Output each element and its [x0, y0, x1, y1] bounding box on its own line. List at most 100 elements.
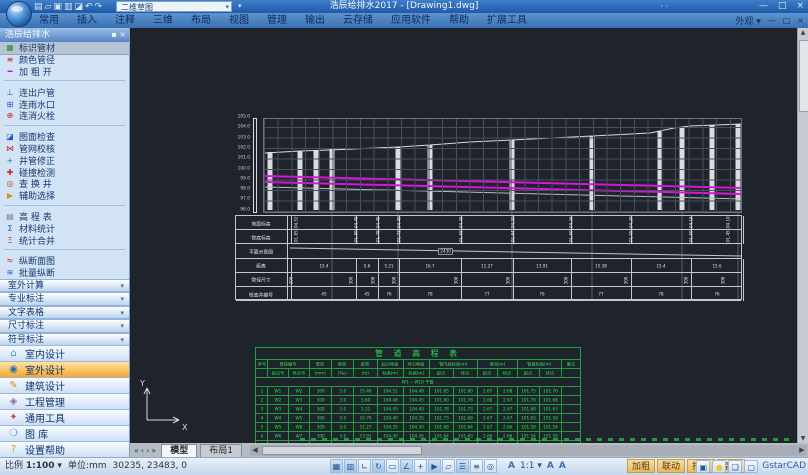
ribbon-tab-帮助[interactable]: 帮助 [440, 13, 478, 28]
profile-vertical-value: 101.45 [726, 231, 731, 245]
selection-cycling-icon[interactable]: ◎ [484, 459, 497, 473]
vertical-scrollbar[interactable]: ▲ ▼ [797, 28, 808, 443]
annotation-scale-icon[interactable]: A [508, 458, 515, 475]
palette-tool[interactable]: ⊕连消火栓 [0, 110, 129, 122]
doc-minimize-button[interactable]: — [768, 16, 776, 25]
distance-value: 16.7 [422, 264, 438, 269]
scroll-down-icon[interactable]: ▼ [798, 435, 808, 442]
tool-icon: ≋ [4, 268, 16, 277]
ribbon-tab-管理[interactable]: 管理 [258, 13, 296, 28]
annotation-autoscale-icon[interactable]: A [559, 458, 566, 475]
minimize-button[interactable]: — [759, 0, 768, 13]
osnap-icon[interactable]: ▭ [386, 459, 399, 473]
annotation-visibility-icon[interactable]: A [547, 458, 554, 475]
palette-tool[interactable]: ▶辅助选择 [0, 190, 129, 202]
palette-close-icon[interactable]: × [119, 30, 126, 39]
profile-row-label-text: 距离 [257, 262, 267, 269]
toggle-加粗[interactable]: 加粗 [627, 459, 655, 473]
nav-label: 室外设计 [25, 362, 65, 377]
ribbon-tab-注释[interactable]: 注释 [106, 13, 144, 28]
isolate-objects-icon[interactable]: ❏ [728, 460, 742, 473]
toggle-联动[interactable]: 联动 [657, 459, 685, 473]
palette-tool[interactable]: ⋈管网校核 [0, 143, 129, 155]
snap-icon[interactable]: ▥ [344, 459, 357, 473]
horizontal-scroll-thumb[interactable] [262, 446, 422, 455]
lightbulb-icon[interactable]: ● [712, 460, 726, 473]
ribbon-tab-插入[interactable]: 插入 [68, 13, 106, 28]
palette-pin-icon[interactable]: ▪ [111, 30, 116, 39]
palette-tool[interactable]: ▦标识管材 [0, 42, 129, 54]
lock-icon[interactable]: ▣ [696, 460, 710, 473]
palette-group-室外计算[interactable]: 室外计算▾ [0, 279, 129, 293]
palette-tool[interactable]: ▤高 程 表 [0, 211, 129, 223]
drawing-canvas[interactable]: YX 105.0104.0103.0102.0101.0100.099.098.… [130, 28, 808, 443]
lineweight-icon[interactable]: ☰ [456, 459, 469, 473]
palette-tool[interactable]: ⊥连出户管 [0, 86, 129, 98]
grid-icon[interactable]: ▦ [330, 459, 343, 473]
table-tick [378, 287, 379, 301]
palette-tool[interactable]: ◪图面检查 [0, 131, 129, 143]
palette-tool[interactable]: ✚碰撞检测 [0, 166, 129, 178]
otrack-icon[interactable]: ∠ [400, 459, 413, 473]
table-tick [691, 273, 692, 287]
scroll-up-icon[interactable]: ▲ [798, 29, 808, 36]
nav-建筑设计[interactable]: ✎建筑设计 [0, 377, 129, 393]
vertical-scroll-thumb[interactable] [799, 40, 808, 112]
quick-select-icon[interactable]: ▶ [428, 459, 441, 473]
palette-tool[interactable]: Σ材料统计 [0, 222, 129, 234]
tab-nav-arrows[interactable]: «‹›» [134, 446, 158, 455]
nav-设置帮助[interactable]: ?设置帮助 [0, 441, 129, 457]
tab-layout1[interactable]: 布局1 [200, 444, 242, 457]
ribbon-tab-视图[interactable]: 视图 [220, 13, 258, 28]
table-tick [691, 287, 692, 301]
cursor-coordinates: 30235, 23483, 0 [113, 458, 187, 475]
doc-close-button[interactable]: × [797, 16, 804, 25]
palette-group-尺寸标注[interactable]: 尺寸标注▾ [0, 319, 129, 333]
scroll-left-icon[interactable]: ◀ [250, 445, 260, 456]
annotation-scale-value[interactable]: 1:1 ▾ [520, 458, 542, 475]
ribbon-tab-布局[interactable]: 布局 [182, 13, 220, 28]
scale-dropdown[interactable]: 比例 1:100 ▾ [5, 458, 62, 475]
nav-室外设计[interactable]: ◉室外设计 [0, 361, 129, 377]
palette-tool[interactable]: ≈纵断面图 [0, 255, 129, 267]
horizontal-scrollbar[interactable]: ◀ ▶ [250, 445, 807, 456]
application-window: ▤▱▣▥◪↶↷ 二维草图 ▾ ▾ 浩辰给排水2017 - [Drawing1.d… [0, 0, 808, 475]
chevron-down-icon: ▾ [120, 293, 124, 306]
app-logo-icon[interactable] [6, 1, 32, 27]
maximize-button[interactable]: □ [778, 0, 787, 13]
ribbon-tab-输出[interactable]: 输出 [296, 13, 334, 28]
scroll-right-icon[interactable]: ▶ [797, 445, 807, 456]
palette-tool[interactable]: +井管修正 [0, 154, 129, 166]
dyn-input-icon[interactable]: + [414, 459, 427, 473]
palette-tool[interactable]: ◎查 换 井 [0, 178, 129, 190]
ribbon-tab-三维[interactable]: 三维 [144, 13, 182, 28]
palette-tool[interactable]: ≋批量纵断 [0, 267, 129, 279]
tab-model[interactable]: 模型 [161, 444, 197, 457]
palette-tool[interactable]: ━加 粗 开 [0, 66, 129, 78]
palette-group-专业标注[interactable]: 专业标注▾ [0, 292, 129, 306]
polar-icon[interactable]: ↻ [372, 459, 385, 473]
dyn-ucs-icon[interactable]: ≡ [470, 459, 483, 473]
tool-palette: 浩辰给排水 ▪ × ▦标识管材≡颜色管径━加 粗 开⊥连出户管⊞连雨水口⊕连消火… [0, 28, 130, 457]
ribbon-tab-云存储[interactable]: 云存储 [334, 13, 382, 28]
table-tick [571, 287, 572, 301]
nav-通用工具[interactable]: ✦通用工具 [0, 409, 129, 425]
profile-grid [263, 118, 742, 213]
nav-图 库[interactable]: ❍图 库 [0, 425, 129, 441]
ortho-icon[interactable]: ∟ [358, 459, 371, 473]
palette-tool[interactable]: ⊞连雨水口 [0, 98, 129, 110]
pipe-table-section-label: W1 -- W10 干管 [256, 378, 581, 387]
close-button[interactable]: × [796, 0, 804, 13]
palette-tool[interactable]: Ξ统计合并 [0, 234, 129, 246]
transparency-icon[interactable]: ▱ [442, 459, 455, 473]
ribbon-tab-扩展工具[interactable]: 扩展工具 [478, 13, 536, 28]
ribbon-tab-常用[interactable]: 常用 [30, 13, 68, 28]
doc-restore-button[interactable]: □ [783, 16, 791, 25]
nav-工程管理[interactable]: ◈工程管理 [0, 393, 129, 409]
nav-室内设计[interactable]: ⌂室内设计 [0, 345, 129, 361]
clean-screen-icon[interactable]: ▢ [744, 460, 758, 473]
appearance-dropdown[interactable]: 外观 ▾ [735, 14, 760, 27]
palette-group-文字表格[interactable]: 文字表格▾ [0, 306, 129, 320]
palette-tool[interactable]: ≡颜色管径 [0, 54, 129, 66]
ribbon-tab-应用软件[interactable]: 应用软件 [382, 13, 440, 28]
